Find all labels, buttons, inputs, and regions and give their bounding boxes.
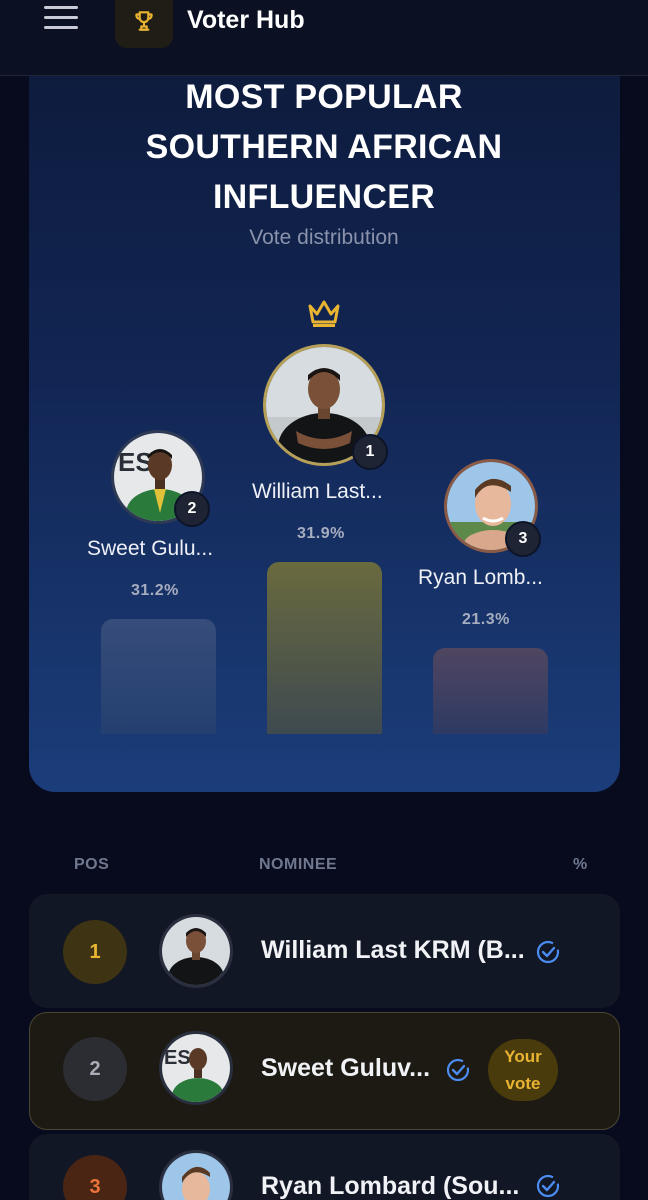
podium-bar-third <box>433 648 548 734</box>
your-vote-badge: Your vote <box>488 1039 558 1101</box>
verified-check-icon <box>536 940 560 964</box>
svg-text:ES: ES <box>164 1047 191 1069</box>
nominee-avatar <box>159 914 233 988</box>
svg-text:ES: ES <box>118 447 153 477</box>
podium-percent-second: 31.2% <box>131 582 179 599</box>
podium-name-third: Ryan Lomb... <box>418 566 543 589</box>
hamburger-menu-icon[interactable] <box>44 6 78 36</box>
position-badge: 1 <box>63 920 127 984</box>
podium-bar-first <box>267 562 382 734</box>
category-title: MOST POPULAR SOUTHERN AFRICAN INFLUENCER <box>145 78 503 216</box>
crown-icon <box>308 300 340 327</box>
podium-percent-first: 31.9% <box>297 525 345 542</box>
app-logo[interactable] <box>115 0 173 48</box>
position-badge: 2 <box>63 1037 127 1101</box>
nominee-name: William Last KRM (B... <box>261 936 525 964</box>
category-subtitle: Vote distribution <box>249 226 399 249</box>
podium-rank-badge-third: 3 <box>505 521 541 557</box>
podium-name-first: William Last... <box>252 480 383 503</box>
app-header: Voter Hub <box>0 0 648 76</box>
column-header-nominee: NOMINEE <box>259 856 338 873</box>
verified-check-icon <box>446 1058 470 1082</box>
podium-bar-second <box>101 619 216 734</box>
column-header-pos: POS <box>74 856 110 873</box>
nominee-avatar: ES <box>159 1031 233 1105</box>
nominee-name: Ryan Lombard (Sou... <box>261 1172 520 1200</box>
podium-rank-badge-second: 2 <box>174 491 210 527</box>
verified-check-icon <box>536 1174 560 1198</box>
podium-percent-third: 21.3% <box>462 611 510 628</box>
nominee-name: Sweet Guluv... <box>261 1054 431 1082</box>
trophy-icon <box>135 11 153 31</box>
podium-name-second: Sweet Gulu... <box>87 537 214 560</box>
app-title: Voter Hub <box>187 6 305 34</box>
column-header-percent: % <box>573 856 588 873</box>
podium-rank-badge-first: 1 <box>352 434 388 470</box>
